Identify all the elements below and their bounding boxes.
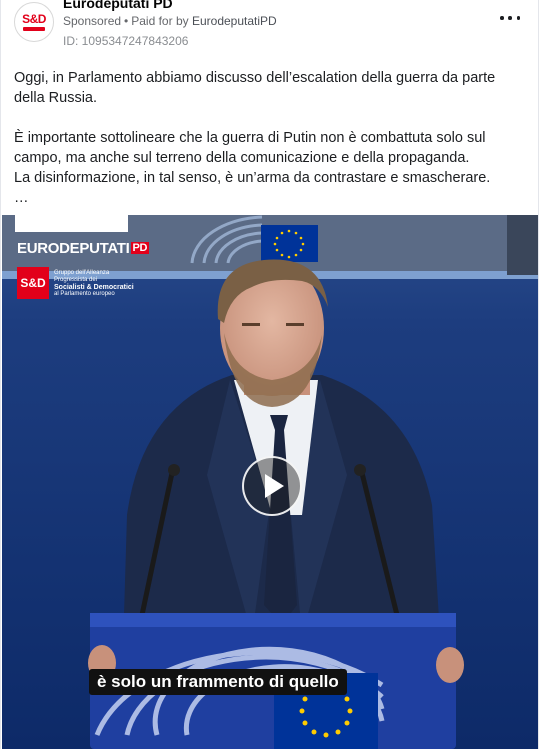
- post-paragraph-1: Oggi, in Parlamento abbiamo discusso del…: [14, 70, 496, 106]
- post-text: Oggi, in Parlamento abbiamo discusso del…: [14, 68, 526, 208]
- video-subtitle: è solo un frammento di quello: [89, 669, 347, 695]
- ad-post-card: S&D Eurodeputati PD Sponsored • Paid for b…: [0, 0, 539, 749]
- post-paragraph-3: La disinformazione, in tal senso, è un’a…: [14, 170, 491, 186]
- overlay-white-tab: [15, 215, 128, 232]
- eurodeputati-brand-text: EURODEPUTATI: [17, 240, 130, 257]
- sponsored-line: Sponsored • Paid for by EurodeputatiPD: [63, 14, 277, 28]
- more-options-icon[interactable]: [500, 10, 520, 26]
- pd-logo-icon: PD: [130, 242, 150, 254]
- sd-group-text: Gruppo dell'Alleanza Progressista dei So…: [54, 270, 134, 298]
- video-player[interactable]: EURODEPUTATI PD S&D Gruppo dell'Alleanza …: [2, 215, 538, 749]
- post-paragraph-2: È importante sottolineare che la guerra …: [14, 130, 486, 166]
- eurodeputati-brand: EURODEPUTATI PD: [17, 240, 150, 257]
- ad-id: ID: 1095347247843206: [63, 34, 189, 48]
- sd-badge-icon: S&D: [17, 267, 49, 299]
- page-avatar[interactable]: S&D: [14, 2, 54, 42]
- payer-link[interactable]: EurodeputatiPD: [192, 14, 277, 28]
- post-header: S&D Eurodeputati PD Sponsored • Paid for b…: [1, 0, 538, 58]
- sd-line-3: al Parlamento europeo: [54, 291, 115, 297]
- sponsored-label: Sponsored: [63, 14, 122, 28]
- play-button[interactable]: [242, 456, 302, 516]
- sd-line-2: Socialisti & Democratici: [54, 284, 134, 291]
- separator-dot: •: [124, 14, 129, 28]
- paid-for-by-label: Paid for by: [131, 14, 189, 28]
- sd-logo-icon: S&D: [22, 12, 46, 26]
- logo-bar: [23, 27, 45, 31]
- page-name-link[interactable]: Eurodeputati PD: [63, 0, 173, 11]
- play-icon: [265, 474, 284, 498]
- sd-line-1: Gruppo dell'Alleanza Progressista dei: [54, 270, 110, 283]
- see-more-link[interactable]: …: [14, 188, 526, 208]
